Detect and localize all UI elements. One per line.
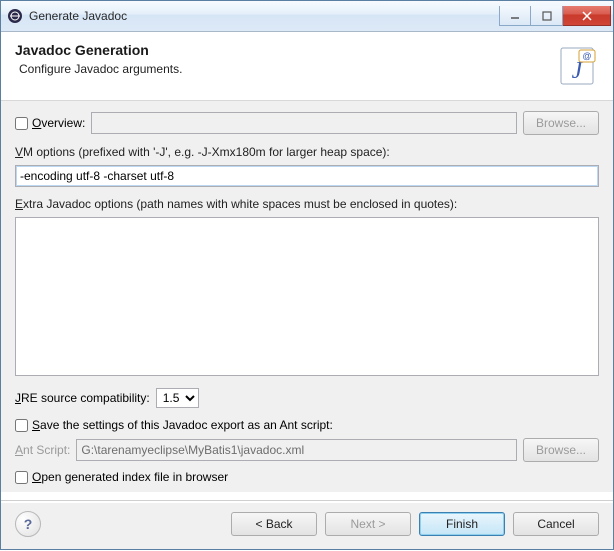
eclipse-icon — [7, 8, 23, 24]
save-ant-row: Save the settings of this Javadoc export… — [15, 418, 599, 432]
save-ant-label[interactable]: Save the settings of this Javadoc export… — [15, 418, 333, 432]
ant-script-label: Ant Script: — [15, 443, 70, 457]
extra-options-wrapper — [15, 217, 599, 376]
dialog-footer: ? < Back Next > Finish Cancel — [1, 503, 613, 549]
finish-button[interactable]: Finish — [419, 512, 505, 536]
maximize-button[interactable] — [531, 6, 563, 26]
header-subtitle: Configure Javadoc arguments. — [19, 62, 547, 76]
overview-checkbox-label[interactable]: Overview: — [15, 116, 85, 130]
overview-browse-button: Browse... — [523, 111, 599, 135]
overview-checkbox[interactable] — [15, 117, 28, 130]
svg-text:@: @ — [582, 51, 591, 61]
next-button: Next > — [325, 512, 411, 536]
titlebar: Generate Javadoc — [1, 1, 613, 32]
dialog-header: Javadoc Generation Configure Javadoc arg… — [1, 32, 613, 101]
cancel-button[interactable]: Cancel — [513, 512, 599, 536]
jre-select[interactable]: 1.5 — [156, 388, 199, 408]
header-title: Javadoc Generation — [15, 42, 547, 58]
window-title: Generate Javadoc — [29, 9, 499, 23]
vm-options-label: VM options (prefixed with '-J', e.g. -J-… — [15, 145, 599, 159]
overview-row: Overview: Browse... — [15, 111, 599, 135]
back-button[interactable]: < Back — [231, 512, 317, 536]
overview-input — [91, 112, 517, 134]
window-controls — [499, 6, 611, 26]
extra-options-label: Extra Javadoc options (path names with w… — [15, 197, 599, 211]
open-index-row: Open generated index file in browser — [15, 470, 599, 484]
minimize-button[interactable] — [499, 6, 531, 26]
vm-options-input[interactable] — [15, 165, 599, 187]
overview-label: Overview: — [32, 116, 85, 130]
open-index-label[interactable]: Open generated index file in browser — [15, 470, 228, 484]
save-ant-checkbox[interactable] — [15, 419, 28, 432]
jre-label: JRE source compatibility: — [15, 391, 150, 405]
help-button[interactable]: ? — [15, 511, 41, 537]
extra-options-textarea[interactable] — [16, 218, 598, 375]
javadoc-icon: J @ — [555, 44, 599, 88]
generate-javadoc-dialog: Generate Javadoc Javadoc Generation Conf… — [0, 0, 614, 550]
ant-script-browse-button: Browse... — [523, 438, 599, 462]
ant-script-input — [76, 439, 517, 461]
close-button[interactable] — [563, 6, 611, 26]
dialog-body: Overview: Browse... VM options (prefixed… — [1, 101, 613, 492]
ant-script-row: Ant Script: Browse... — [15, 438, 599, 462]
open-index-checkbox[interactable] — [15, 471, 28, 484]
jre-row: JRE source compatibility: 1.5 — [15, 388, 599, 408]
